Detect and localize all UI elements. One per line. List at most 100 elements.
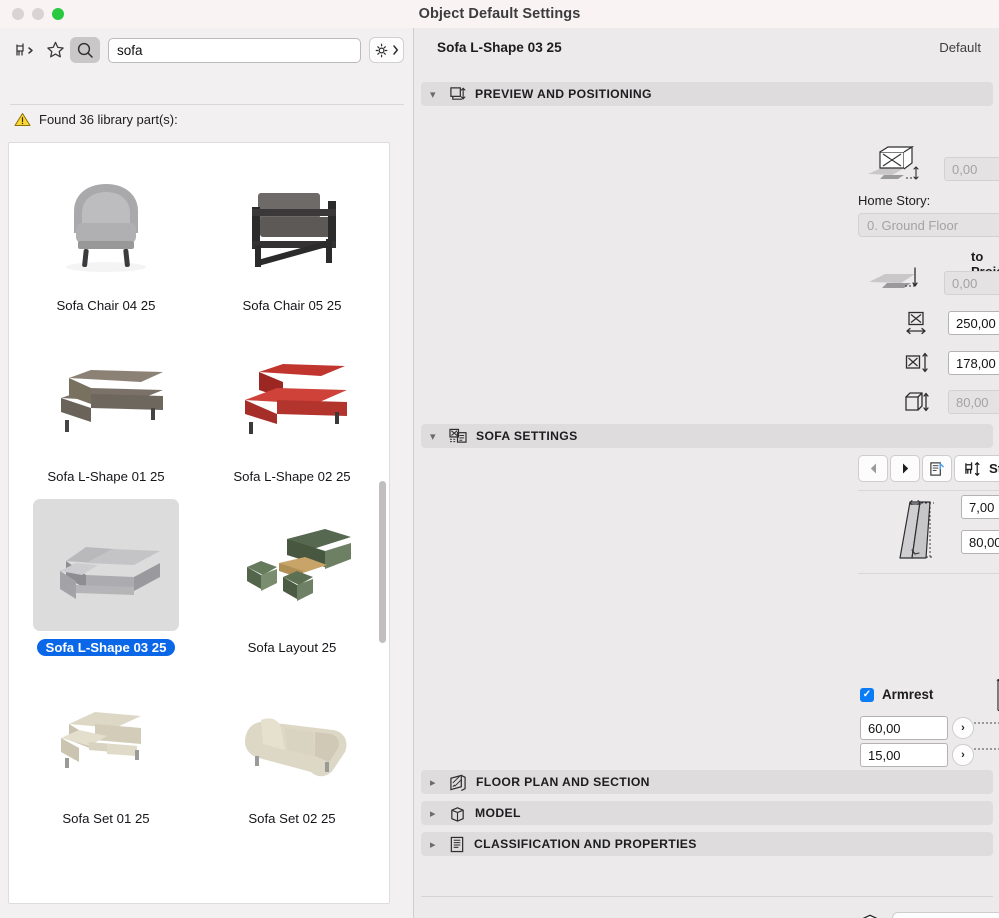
section-classification-and-properties[interactable]: ▸ CLASSIFICATION AND PROPERTIES [421, 832, 993, 856]
section-sofa-settings[interactable]: ▾ SOFA SETTINGS [421, 424, 993, 448]
library-item-thumbnail[interactable] [219, 670, 365, 802]
favorite-label[interactable]: Default [939, 40, 981, 55]
section-title: CLASSIFICATION AND PROPERTIES [474, 837, 697, 851]
library-item-thumbnail[interactable] [33, 328, 179, 460]
parameter-page-label: Style and Dimensions… [989, 461, 999, 476]
home-story-select[interactable]: 0. Ground Floor [858, 213, 999, 237]
section-title: SOFA SETTINGS [476, 429, 578, 443]
toolbar-divider [10, 104, 404, 105]
page-title: Sofa L-Shape 03 25 [437, 40, 562, 55]
library-item[interactable]: Sofa Set 02 25 [199, 662, 385, 833]
model-cube-icon [449, 805, 466, 822]
library-item-thumbnail[interactable] [219, 499, 365, 631]
armrest-left-height-options-button[interactable]: › [952, 717, 974, 739]
depth-icon [905, 352, 929, 374]
divider [858, 490, 999, 491]
width-icon [905, 311, 927, 337]
library-browser-panel: sofa Found 36 library part(s): [0, 28, 414, 918]
library-item-label: Sofa L-Shape 03 25 [37, 639, 176, 656]
chevron-right-icon: ▸ [430, 776, 440, 789]
checkbox-checked-icon[interactable]: ✓ [860, 688, 874, 702]
divider [858, 573, 999, 574]
armrest-left-label: Armrest [882, 687, 933, 702]
library-item-label: Sofa Set 02 25 [239, 810, 344, 827]
chevron-right-icon: ▸ [430, 838, 440, 851]
library-item[interactable]: Sofa L-Shape 02 25 [199, 320, 385, 491]
parameter-list-icon[interactable] [922, 455, 952, 482]
library-results-list[interactable]: Sofa Chair 04 25 [8, 142, 390, 904]
home-story-value: 0. Ground Floor [867, 218, 958, 233]
search-icon[interactable] [70, 37, 100, 63]
library-grid: Sofa Chair 04 25 [9, 143, 389, 833]
gear-icon[interactable] [369, 37, 404, 63]
next-arrow-icon[interactable] [890, 455, 920, 482]
scrollbar-thumb[interactable] [379, 481, 386, 643]
home-story-label: Home Story: [858, 193, 930, 208]
box-on-story-icon [862, 146, 940, 190]
search-input[interactable]: sofa [108, 38, 361, 63]
depth-input[interactable]: 178,00 [948, 351, 999, 375]
layers-icon[interactable] [856, 914, 884, 918]
library-item-label: Sofa Set 01 25 [53, 810, 158, 827]
library-item[interactable]: Sofa L-Shape 01 25 [13, 320, 199, 491]
library-item-thumbnail[interactable] [33, 670, 179, 802]
library-item-thumbnail[interactable] [33, 499, 179, 631]
library-item[interactable]: Sofa Chair 04 25 [13, 149, 199, 320]
armrest-left-thickness-options-button[interactable]: › [952, 744, 974, 766]
chevron-down-icon: ▾ [430, 88, 440, 101]
story-plane-icon [867, 266, 937, 296]
armrest-left-thickness-value: 15,00 [868, 748, 901, 763]
library-item[interactable]: Sofa Chair 05 25 [199, 149, 385, 320]
floor-plan-section-icon [449, 774, 467, 791]
width-value: 250,00 [956, 316, 996, 331]
height-value: 80,00 [956, 395, 989, 410]
library-toolbar: sofa [0, 28, 414, 72]
library-item-thumbnail[interactable] [33, 157, 179, 289]
library-item-label: Sofa L-Shape 01 25 [38, 468, 173, 485]
library-item[interactable]: Sofa Set 01 25 [13, 662, 199, 833]
elevation-to-project-zero-input[interactable]: 0,00 [944, 271, 999, 295]
library-item-label: Sofa Chair 04 25 [48, 297, 165, 314]
title-bar: Object Default Settings [0, 0, 999, 28]
style-dimensions-icon [963, 461, 982, 477]
star-icon[interactable] [40, 37, 70, 63]
armrest-left-thickness-input[interactable]: 15,00 [860, 743, 948, 767]
section-model[interactable]: ▸ MODEL [421, 801, 993, 825]
library-item-thumbnail[interactable] [219, 157, 365, 289]
width-input[interactable]: 250,00 [948, 311, 999, 335]
library-item-selected[interactable]: Sofa L-Shape 03 25 [13, 491, 199, 662]
library-item-label: Sofa Layout 25 [239, 639, 346, 656]
library-item[interactable]: Sofa Layout 25 [199, 491, 385, 662]
section-floor-plan-and-section[interactable]: ▸ FLOOR PLAN AND SECTION [421, 770, 993, 794]
sofa-settings-icon [449, 428, 467, 444]
library-item-label: Sofa Chair 05 25 [234, 297, 351, 314]
back-angle-input[interactable]: 80,00° [961, 530, 999, 554]
parameter-page-selector[interactable]: Style and Dimensions… [954, 455, 999, 482]
search-status: Found 36 library part(s): [14, 112, 178, 127]
seat-depth-input[interactable]: 7,00 [961, 495, 999, 519]
settings-panel: Sofa L-Shape 03 25 Default ▾ PREVIEW AND… [415, 28, 999, 918]
section-title: MODEL [475, 806, 521, 820]
seat-depth-value: 7,00 [969, 500, 994, 515]
armrest-left-height-input[interactable]: 60,00 [860, 716, 948, 740]
height-icon [904, 390, 930, 414]
chevron-right-icon: ▸ [430, 807, 440, 820]
armrest-left-height-value: 60,00 [868, 721, 901, 736]
height-input[interactable]: 80,00 [948, 390, 999, 414]
prev-arrow-icon[interactable] [858, 455, 888, 482]
results-scrollbar[interactable] [379, 147, 386, 901]
chevron-down-icon: ▾ [430, 430, 440, 443]
object-tree-icon[interactable] [10, 37, 40, 63]
elevation-to-home-story-input[interactable]: 0,00 [944, 157, 999, 181]
section-title: PREVIEW AND POSITIONING [475, 87, 652, 101]
layer-selector[interactable]: 3 | MAM-SMB-pafta [892, 912, 999, 918]
depth-value: 178,00 [956, 356, 996, 371]
object-default-settings-dialog: Object Default Settings [0, 0, 999, 918]
classification-icon [449, 836, 465, 853]
section-preview-positioning[interactable]: ▾ PREVIEW AND POSITIONING [421, 82, 993, 106]
library-item-thumbnail[interactable] [219, 328, 365, 460]
warning-triangle-icon [14, 112, 31, 127]
armrest-left-checkbox-row[interactable]: ✓ Armrest [860, 687, 933, 702]
elevation-home-story-value: 0,00 [952, 162, 977, 177]
back-angle-value: 80,00° [969, 535, 999, 550]
